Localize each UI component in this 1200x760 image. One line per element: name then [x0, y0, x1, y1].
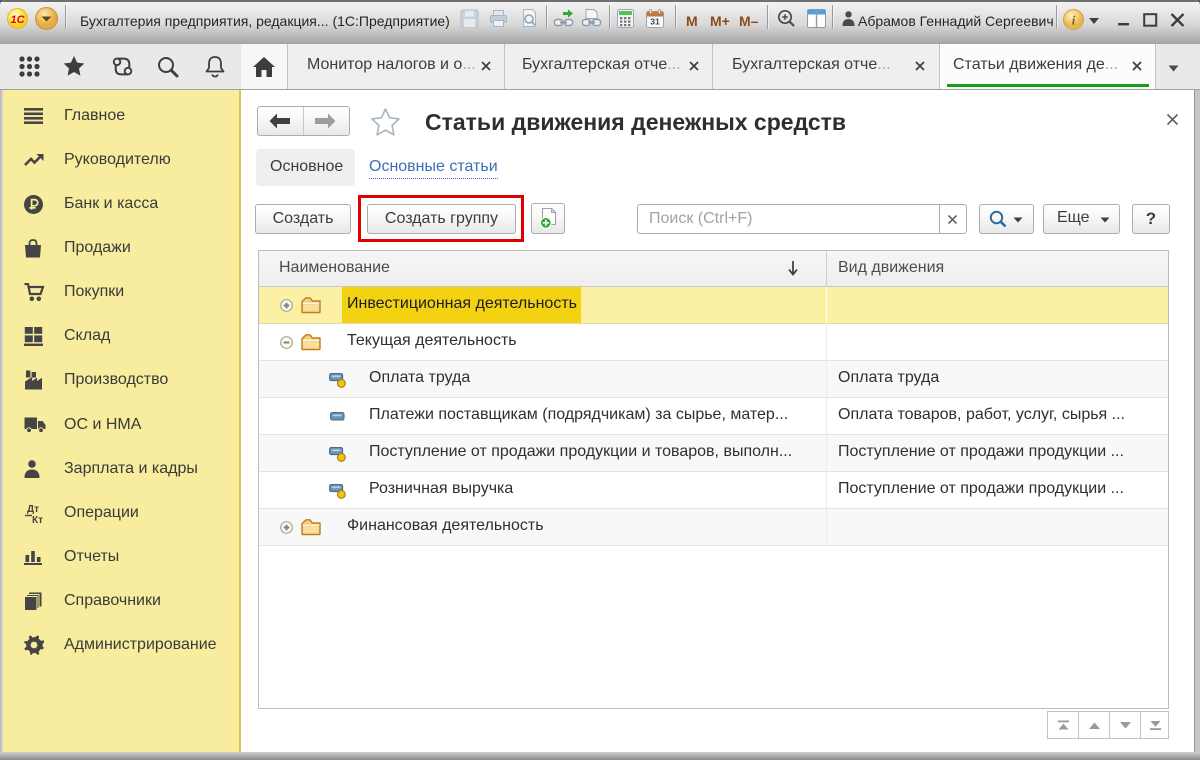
svg-text:31: 31	[650, 17, 660, 27]
svg-text:i: i	[1072, 13, 1076, 28]
svg-text:1С: 1С	[10, 14, 25, 26]
svg-text:Дт: Дт	[27, 504, 39, 515]
svg-text:Кт: Кт	[32, 515, 43, 524]
